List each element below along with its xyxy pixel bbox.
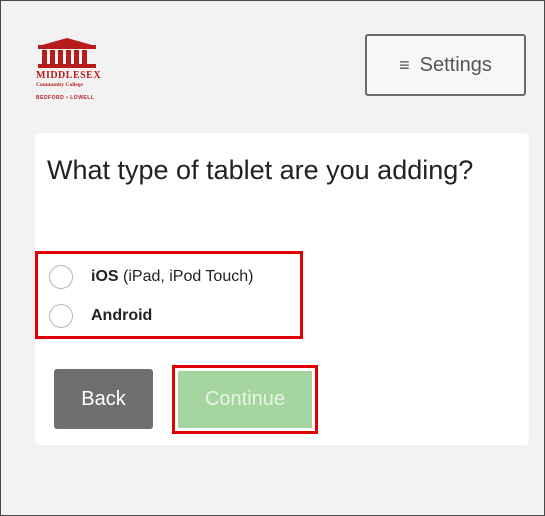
columns-icon xyxy=(38,38,96,68)
radio-label-ios: iOS (iPad, iPod Touch) xyxy=(91,268,254,285)
back-button[interactable]: Back xyxy=(54,369,153,429)
tablet-type-radio-group: iOS (iPad, iPod Touch) Android xyxy=(35,251,303,339)
logo-name: MIDDLESEX xyxy=(36,70,102,81)
radio-button-android[interactable] xyxy=(49,304,73,328)
radio-label-android: Android xyxy=(91,307,153,324)
radio-option-ios[interactable]: iOS (iPad, iPod Touch) xyxy=(49,265,253,289)
app-frame: MIDDLESEX Community College BEDFORD • LO… xyxy=(0,0,545,516)
radio-option-android[interactable]: Android xyxy=(49,304,152,328)
settings-label: Settings xyxy=(419,53,492,76)
continue-highlight: Continue xyxy=(172,365,318,434)
college-logo: MIDDLESEX Community College BEDFORD • LO… xyxy=(36,37,126,109)
continue-button[interactable]: Continue xyxy=(178,371,312,428)
radio-button-ios[interactable] xyxy=(49,265,73,289)
hamburger-menu-icon: ≡ xyxy=(399,54,410,75)
logo-subtitle: Community College xyxy=(36,82,83,88)
header-bar: MIDDLESEX Community College BEDFORD • LO… xyxy=(1,1,544,119)
logo-locations: BEDFORD • LOWELL xyxy=(36,95,95,101)
question-heading: What type of tablet are you adding? xyxy=(47,155,474,185)
settings-button[interactable]: ≡ Settings xyxy=(365,34,526,96)
question-card: What type of tablet are you adding? iOS … xyxy=(35,133,529,445)
